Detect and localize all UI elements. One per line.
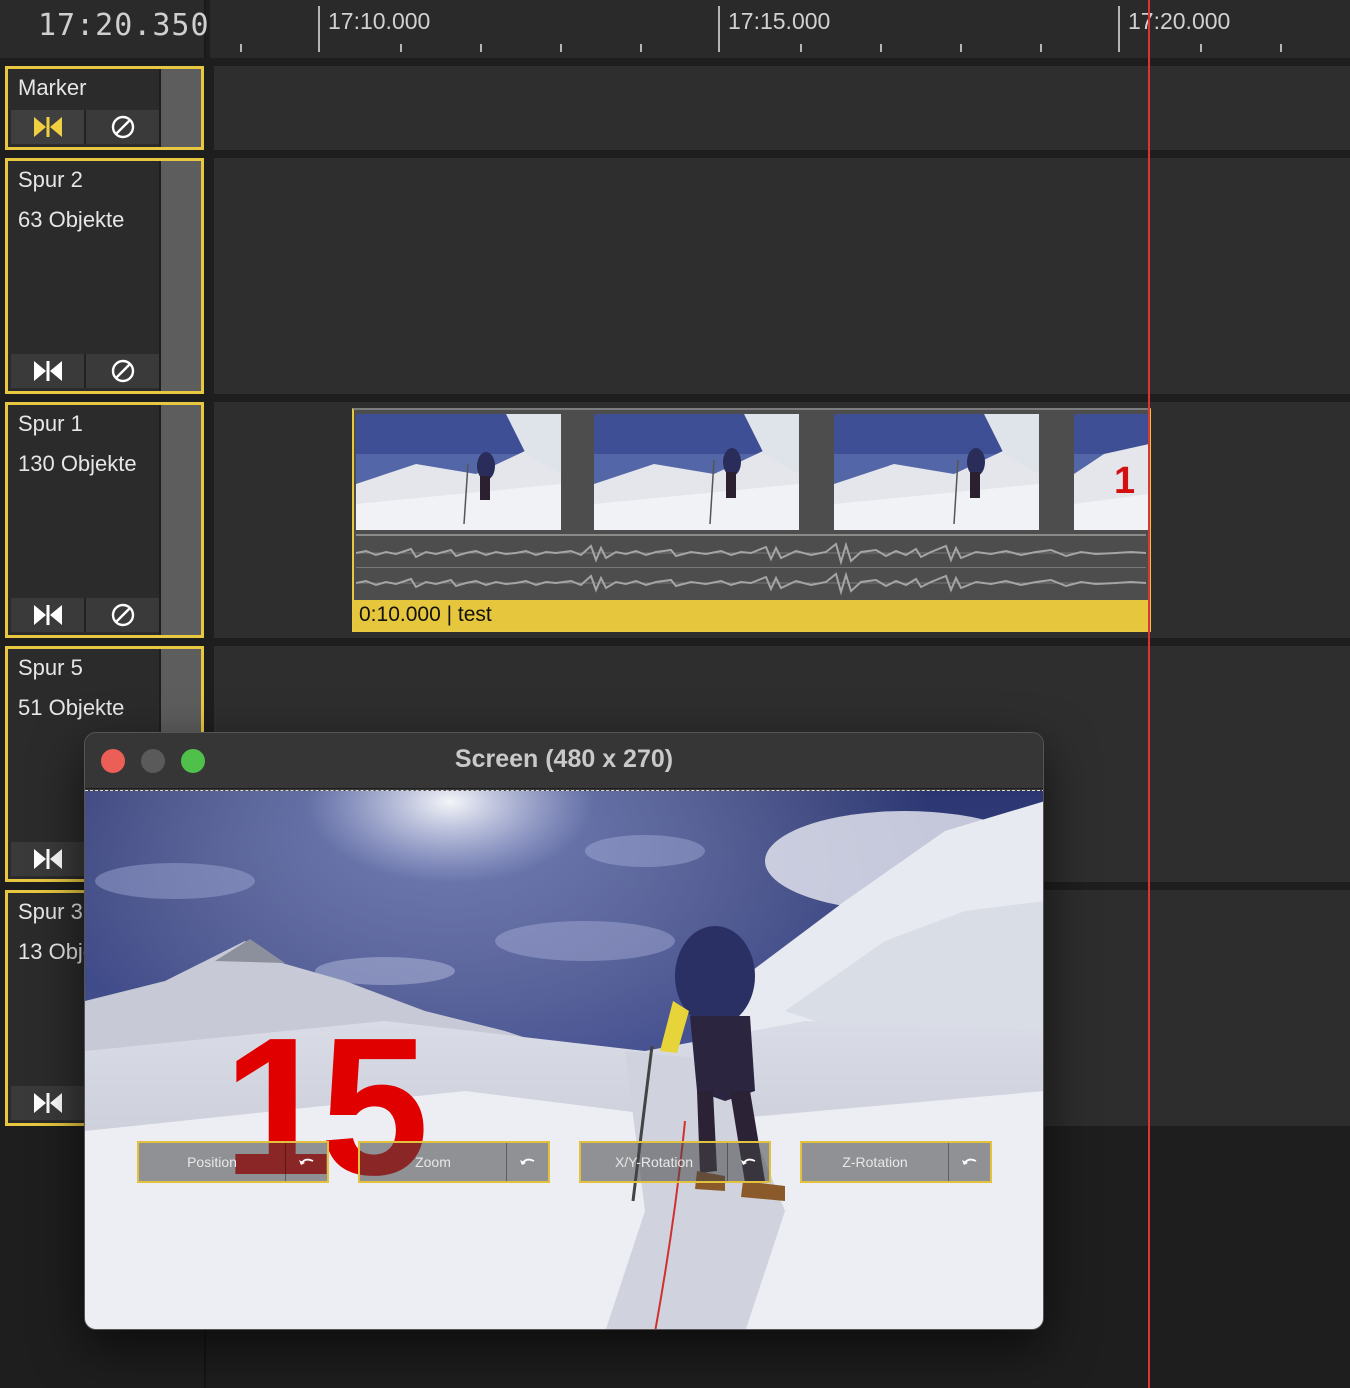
ruler-minor-tick	[560, 44, 562, 52]
window-titlebar[interactable]: Screen (480 x 270)	[85, 733, 1043, 789]
ruler-label: 17:15.000	[728, 8, 831, 34]
disable-icon	[111, 115, 134, 139]
track-scrollbar[interactable]	[159, 161, 201, 391]
ruler-minor-tick	[240, 44, 242, 52]
reset-button[interactable]	[285, 1143, 327, 1181]
mute-button[interactable]	[86, 354, 159, 388]
clip-thumbnail	[834, 414, 1039, 530]
undo-icon	[298, 1158, 313, 1165]
solo-button[interactable]	[11, 354, 86, 388]
solo-button[interactable]	[11, 598, 86, 632]
track-name: Spur 1	[18, 411, 83, 436]
ruler-minor-tick	[1200, 44, 1202, 52]
track-header-spur-1[interactable]: Spur 1 130 Objekte	[5, 402, 204, 638]
ruler-minor-tick	[800, 44, 802, 52]
track-name: Marker	[18, 75, 87, 100]
track-object-count: 63 Objekte	[18, 207, 125, 232]
track-name: Spur 2	[18, 167, 83, 192]
clip-thumbnail	[356, 414, 561, 530]
track-scrollbar[interactable]	[159, 405, 201, 635]
bowtie-icon	[33, 849, 62, 869]
ruler-label: 17:10.000	[328, 8, 431, 34]
window-title: Screen (480 x 270)	[454, 745, 674, 773]
preview-window: Screen (480 x 270) 15 Position Zoom X/Y-…	[84, 732, 1044, 1330]
disable-icon	[111, 603, 134, 627]
track-buttons	[11, 598, 159, 632]
disable-icon	[111, 359, 134, 383]
playhead[interactable]	[1148, 0, 1150, 1388]
timecode-value: 17:20.350	[38, 8, 210, 43]
ruler-minor-tick	[880, 44, 882, 52]
undo-icon	[961, 1158, 976, 1165]
clip-separator	[356, 534, 1146, 536]
track-buttons	[11, 110, 159, 144]
mute-button[interactable]	[86, 110, 159, 144]
position-control[interactable]: Position	[137, 1141, 329, 1183]
z-rotation-control[interactable]: Z-Rotation	[800, 1141, 992, 1183]
track-object-count: 130 Objekte	[18, 451, 137, 476]
reset-button[interactable]	[948, 1143, 990, 1181]
solo-button[interactable]	[11, 842, 86, 876]
control-label: X/Y-Rotation	[614, 1154, 694, 1170]
track-header-marker[interactable]: Marker	[5, 66, 204, 150]
control-label: Zoom	[415, 1154, 451, 1170]
ruler-minor-tick	[960, 44, 962, 52]
track-name: Spur 5	[18, 655, 83, 680]
undo-icon	[740, 1158, 755, 1165]
track-object-count: 51 Objekte	[18, 695, 125, 720]
audio-waveform	[356, 541, 1146, 566]
zoom-control[interactable]: Zoom	[358, 1141, 550, 1183]
track-header-spur-2[interactable]: Spur 2 63 Objekte	[5, 158, 204, 394]
track-lane-marker[interactable]	[214, 66, 1350, 150]
bowtie-icon	[33, 1093, 62, 1113]
ruler-label: 17:20.000	[1128, 8, 1231, 34]
xy-rotation-control[interactable]: X/Y-Rotation	[579, 1141, 771, 1183]
undo-icon	[519, 1158, 534, 1165]
track-name: Spur 3	[18, 899, 83, 924]
timeline-editor: 17:20.350 17:10.000 17:15.000 17:20.000 …	[0, 0, 1350, 1388]
clip-label-bar[interactable]: 0:10.000 | test	[354, 600, 1149, 630]
control-label: Z-Rotation	[842, 1154, 908, 1170]
clip-label: 0:10.000 | test	[359, 603, 492, 626]
ruler-minor-tick	[480, 44, 482, 52]
bowtie-icon	[33, 605, 62, 625]
track-lane-spur-2[interactable]	[214, 158, 1350, 394]
clip-thumbnail	[594, 414, 799, 530]
audio-waveform	[356, 571, 1146, 596]
solo-button[interactable]	[11, 110, 86, 144]
clip-separator	[356, 567, 1146, 568]
clip-overlay-number: 1	[1114, 460, 1136, 502]
mute-button[interactable]	[86, 598, 159, 632]
video-clip[interactable]: 1 0:10.000 | test	[352, 408, 1151, 632]
ruler-major-tick	[318, 6, 320, 52]
solo-button[interactable]	[11, 1086, 86, 1120]
clip-thumbnail: 1	[1074, 414, 1149, 530]
time-ruler[interactable]: 17:10.000 17:15.000 17:20.000	[210, 0, 1350, 58]
reset-button[interactable]	[506, 1143, 548, 1181]
bowtie-icon	[33, 361, 62, 381]
ruler-minor-tick	[1040, 44, 1042, 52]
ruler-minor-tick	[400, 44, 402, 52]
ruler-major-tick	[718, 6, 720, 52]
track-scrollbar[interactable]	[159, 69, 201, 147]
reset-button[interactable]	[727, 1143, 769, 1181]
timecode-display: 17:20.350	[0, 0, 209, 58]
preview-screen[interactable]: 15 Position Zoom X/Y-Rotation Z-Rotation	[85, 790, 1043, 1329]
control-label: Position	[187, 1154, 237, 1170]
ruler-major-tick	[1118, 6, 1120, 52]
bowtie-icon	[33, 117, 62, 137]
ruler-minor-tick	[640, 44, 642, 52]
track-buttons	[11, 354, 159, 388]
ruler-minor-tick	[1280, 44, 1282, 52]
